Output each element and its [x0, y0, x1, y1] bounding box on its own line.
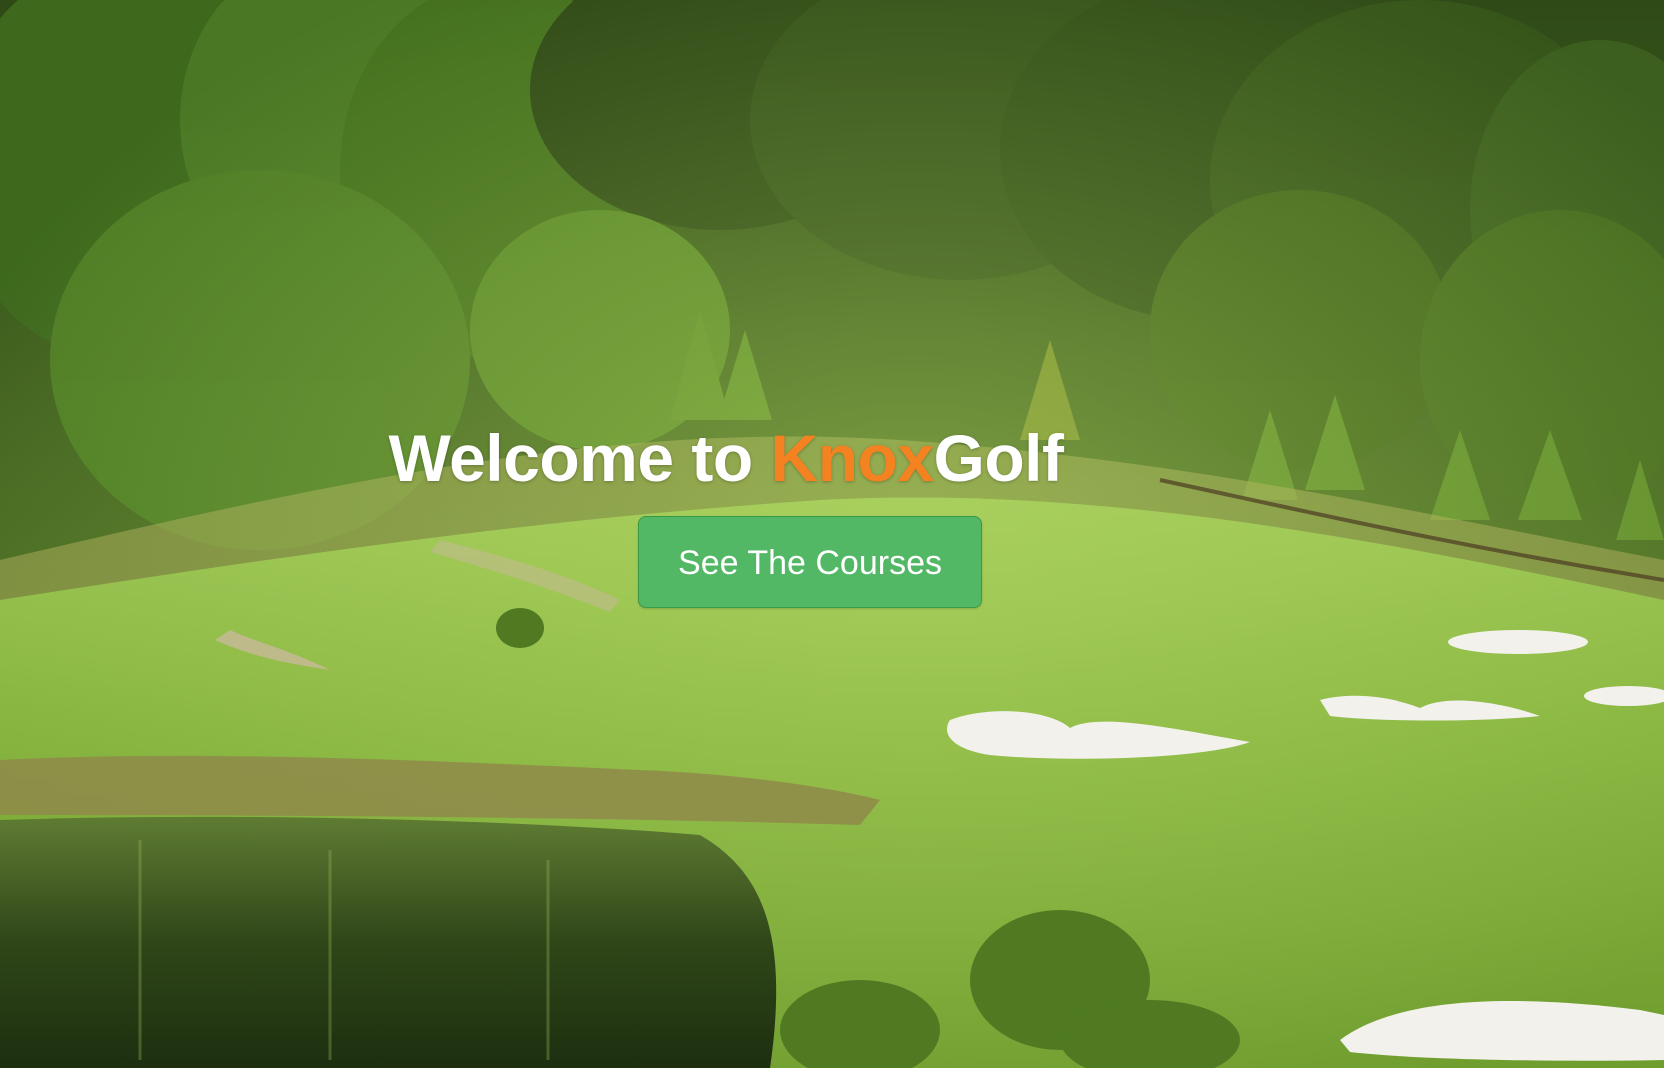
hero-section: Welcome to KnoxGolf See The Courses: [0, 0, 1664, 1068]
headline-prefix: Welcome to: [388, 421, 771, 495]
brand-name-accent: Knox: [770, 421, 935, 495]
brand-name-rest: Golf: [933, 421, 1064, 495]
see-courses-button[interactable]: See The Courses: [638, 516, 982, 608]
page-headline: Welcome to KnoxGolf: [0, 418, 1452, 498]
